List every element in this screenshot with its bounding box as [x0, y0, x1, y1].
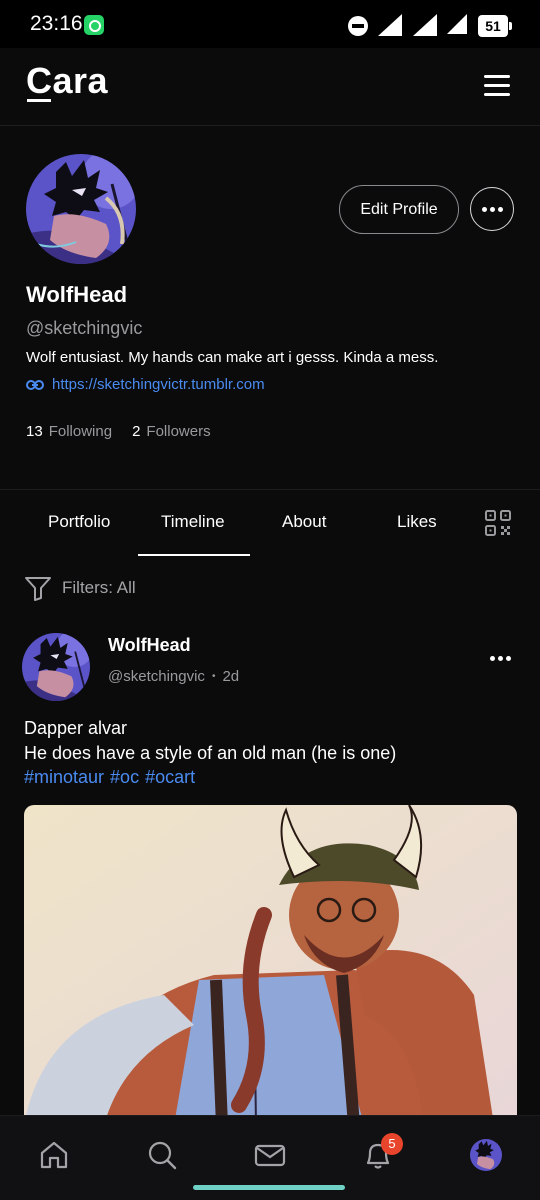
search-icon[interactable]	[145, 1138, 179, 1172]
cara-logo[interactable]: Cara	[26, 60, 108, 102]
post-more-button[interactable]	[486, 648, 514, 668]
whatsapp-icon	[84, 15, 104, 35]
followers-count[interactable]: 2	[132, 423, 140, 440]
profile-link-text[interactable]: https://sketchingvictr.tumblr.com	[52, 376, 265, 393]
do-not-disturb-icon	[348, 16, 368, 36]
filters-button[interactable]: Filters: All	[24, 574, 136, 602]
followers-label[interactable]: Followers	[146, 423, 210, 440]
filter-funnel-icon	[25, 577, 51, 601]
more-dots-icon	[481, 206, 503, 212]
following-count[interactable]: 13	[26, 423, 43, 440]
notification-badge: 5	[381, 1133, 403, 1155]
active-tab-indicator	[138, 554, 250, 556]
meta-separator: •	[211, 671, 216, 682]
section-divider	[0, 489, 540, 490]
filters-label: Filters: All	[62, 578, 136, 597]
profile-link[interactable]: https://sketchingvictr.tumblr.com	[26, 376, 265, 393]
signal-icon	[413, 14, 437, 36]
home-indicator[interactable]	[193, 1185, 345, 1190]
post-text-line: Dapper alvar	[24, 718, 128, 738]
app-header: Cara	[0, 48, 540, 126]
logo-underline	[27, 99, 51, 102]
mail-icon[interactable]	[253, 1138, 287, 1172]
profile-display-name: WolfHead	[26, 282, 128, 307]
hashtag-link[interactable]: #minotaur	[24, 767, 104, 788]
tab-portfolio[interactable]: Portfolio	[48, 512, 110, 532]
wifi-icon	[378, 14, 402, 36]
hashtag-link[interactable]: #oc	[110, 767, 139, 788]
hashtag-link[interactable]: #ocart	[145, 767, 195, 788]
post-tags: #minotaur #oc #ocart	[24, 767, 195, 788]
home-icon[interactable]	[37, 1138, 71, 1172]
profile-bio: Wolf entusiast. My hands can make art i …	[26, 349, 439, 366]
battery-icon: 51	[478, 15, 512, 37]
tab-timeline[interactable]: Timeline	[161, 512, 225, 532]
following-label[interactable]: Following	[49, 423, 112, 440]
post-author-avatar[interactable]	[22, 633, 90, 701]
post-author-handle[interactable]: @sketchingvic	[108, 668, 205, 685]
edit-profile-button[interactable]: Edit Profile	[339, 185, 459, 234]
post-meta: @sketchingvic • 2d	[108, 668, 239, 685]
more-options-button[interactable]	[470, 187, 514, 231]
signal-icon	[447, 14, 467, 34]
post-age: 2d	[222, 668, 240, 685]
status-bar: 23:16 51	[0, 0, 540, 48]
status-time: 23:16	[30, 12, 83, 35]
post-author-name[interactable]: WolfHead	[108, 635, 191, 656]
link-icon	[26, 379, 44, 390]
tab-about[interactable]: About	[282, 512, 326, 532]
profile-stats: 13 Following 2 Followers	[26, 423, 211, 440]
post-text-line: He does have a style of an old man (he i…	[24, 743, 397, 763]
tab-likes[interactable]: Likes	[397, 512, 437, 532]
hamburger-menu-icon[interactable]	[484, 75, 510, 97]
more-dots-icon	[489, 655, 511, 661]
profile-handle: @sketchingvic	[26, 318, 143, 338]
qr-code-icon[interactable]	[485, 510, 511, 536]
profile-avatar[interactable]	[470, 1139, 502, 1171]
profile-avatar[interactable]	[26, 154, 136, 264]
post-artwork-image[interactable]	[24, 805, 517, 1125]
